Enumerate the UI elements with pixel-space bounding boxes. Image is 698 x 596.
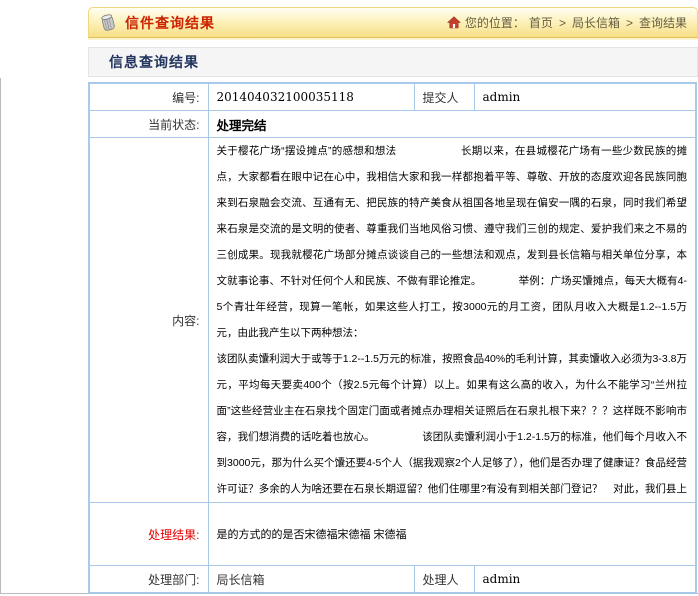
number-label: 编号: [89, 83, 208, 111]
status-label: 当前状态: [89, 111, 208, 138]
breadcrumb-mailbox-link[interactable]: 局长信箱 [572, 14, 620, 31]
handler-value: admin [474, 566, 696, 594]
page-title: 信件查询结果 [125, 13, 215, 33]
submitter-label: 提交人 [414, 83, 474, 111]
mailbag-icon [97, 12, 119, 34]
breadcrumb-separator: > [626, 16, 633, 30]
table-row-department: 处理部门: 局长信箱 处理人 admin [89, 566, 696, 594]
table-row-result: 处理结果: 是的方式的的是否宋德福宋德福 宋德福 [89, 503, 696, 566]
result-value: 是的方式的的是否宋德福宋德福 宋德福 [208, 503, 696, 566]
breadcrumb-separator: > [559, 16, 566, 30]
content-label: 内容: [89, 138, 208, 503]
page-left-border [0, 78, 1, 594]
table-row-content: 内容: 关于樱花广场“摆设摊点”的感想和想法 长期以来，在县城樱花广场有一些少数… [89, 138, 696, 503]
letter-detail-table: 编号: 201404032100035118 提交人 admin 当前状态: 处… [88, 82, 697, 594]
content-value: 关于樱花广场“摆设摊点”的感想和想法 长期以来，在县城樱花广场有一些少数民族的摊… [208, 138, 696, 503]
department-value: 局长信箱 [208, 566, 414, 594]
breadcrumb-current: 查询结果 [639, 14, 687, 31]
home-icon [447, 16, 461, 29]
section-title: 信息查询结果 [109, 54, 199, 70]
content-text: 关于樱花广场“摆设摊点”的感想和想法 长期以来，在县城樱花广场有一些少数民族的摊… [217, 138, 688, 502]
status-value: 处理完结 [208, 111, 696, 138]
breadcrumb: 您的位置： 首页 > 局长信箱 > 查询结果 [447, 14, 687, 31]
breadcrumb-location-label: 您的位置： [465, 14, 525, 31]
table-row-number: 编号: 201404032100035118 提交人 admin [89, 83, 696, 111]
department-label: 处理部门: [89, 566, 208, 594]
breadcrumb-home-link[interactable]: 首页 [529, 14, 553, 31]
table-row-status: 当前状态: 处理完结 [89, 111, 696, 138]
handler-label: 处理人 [414, 566, 474, 594]
header-bar: 信件查询结果 您的位置： 首页 > 局长信箱 > 查询结果 [88, 7, 698, 38]
header-left: 信件查询结果 [97, 12, 215, 34]
number-value: 201404032100035118 [208, 83, 414, 111]
result-label: 处理结果: [89, 503, 208, 566]
section-heading: 信息查询结果 [88, 47, 698, 77]
submitter-value: admin [474, 83, 696, 111]
letter-query-result-page: 信件查询结果 您的位置： 首页 > 局长信箱 > 查询结果 信息查询结果 编号: [0, 0, 698, 596]
